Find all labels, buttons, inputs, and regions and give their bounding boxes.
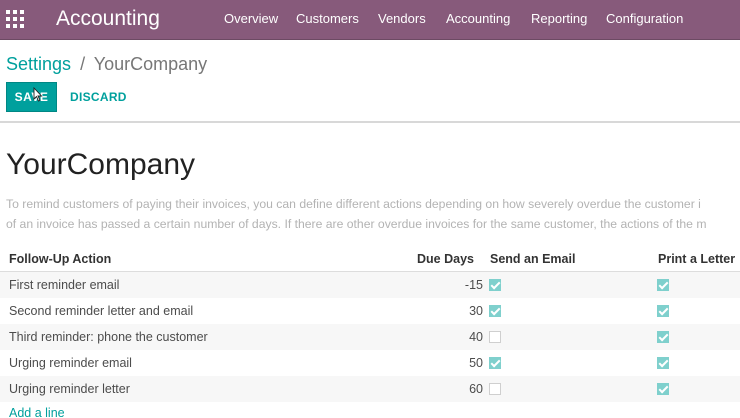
send-email-checkbox[interactable]	[489, 357, 501, 369]
save-button[interactable]: SAVE	[6, 82, 57, 112]
send-email-checkbox[interactable]	[489, 383, 501, 395]
breadcrumb-separator: /	[80, 54, 86, 74]
help-text-line: of an invoice has passed a certain numbe…	[6, 217, 707, 231]
send-email-checkbox[interactable]	[489, 331, 501, 343]
send-email-checkbox[interactable]	[489, 279, 501, 291]
column-header-print-letter[interactable]: Print a Letter	[658, 251, 735, 267]
cell-followup-action: Urging reminder letter	[9, 382, 130, 396]
menu-item-overview[interactable]: Overview	[224, 11, 278, 27]
menu-item-accounting[interactable]: Accounting	[446, 11, 510, 27]
company-name-heading: YourCompany	[6, 148, 196, 181]
print-letter-checkbox[interactable]	[657, 305, 669, 317]
print-letter-checkbox[interactable]	[657, 279, 669, 291]
cell-followup-action: First reminder email	[9, 278, 120, 292]
breadcrumb-current: YourCompany	[93, 54, 208, 74]
print-letter-checkbox[interactable]	[657, 383, 669, 395]
table-row[interactable]: Urging reminder letter 60	[0, 376, 740, 402]
cell-due-days: 40	[469, 330, 483, 344]
discard-button[interactable]: DISCARD	[70, 89, 127, 105]
table-row[interactable]: Second reminder letter and email 30	[0, 298, 740, 324]
cell-due-days: 50	[469, 356, 483, 370]
table-row[interactable]: Urging reminder email 50	[0, 350, 740, 376]
help-text-line: To remind customers of paying their invo…	[6, 197, 701, 211]
add-line-link[interactable]: Add a line	[9, 405, 65, 418]
send-email-checkbox[interactable]	[489, 305, 501, 317]
app-title[interactable]: Accounting	[56, 6, 160, 32]
cell-followup-action: Second reminder letter and email	[9, 304, 194, 318]
top-navbar: Accounting Overview Customers Vendors Ac…	[0, 0, 740, 40]
mouse-pointer-icon	[33, 87, 43, 102]
cell-due-days: 60	[469, 382, 483, 396]
followup-help-text: To remind customers of paying their invo…	[6, 194, 740, 234]
table-row[interactable]: First reminder email -15	[0, 272, 740, 298]
breadcrumb-settings-link[interactable]: Settings	[6, 54, 71, 74]
cell-followup-action: Urging reminder email	[9, 356, 132, 370]
print-letter-checkbox[interactable]	[657, 331, 669, 343]
column-header-due-days[interactable]: Due Days	[417, 251, 474, 267]
print-letter-checkbox[interactable]	[657, 357, 669, 369]
followup-table-header: Follow-Up Action Due Days Send an Email …	[0, 246, 740, 272]
table-row[interactable]: Third reminder: phone the customer 40	[0, 324, 740, 350]
control-panel-divider	[0, 121, 740, 123]
apps-grid-icon[interactable]	[6, 10, 24, 28]
breadcrumb: Settings / YourCompany	[6, 53, 207, 75]
cell-followup-action: Third reminder: phone the customer	[9, 330, 208, 344]
menu-item-configuration[interactable]: Configuration	[606, 11, 683, 27]
menu-item-reporting[interactable]: Reporting	[531, 11, 587, 27]
menu-item-vendors[interactable]: Vendors	[378, 11, 426, 27]
cell-due-days: -15	[464, 278, 483, 292]
column-header-send-email[interactable]: Send an Email	[490, 251, 575, 267]
menu-item-customers[interactable]: Customers	[296, 11, 359, 27]
cell-due-days: 30	[469, 304, 483, 318]
column-header-followup-action[interactable]: Follow-Up Action	[9, 251, 111, 267]
